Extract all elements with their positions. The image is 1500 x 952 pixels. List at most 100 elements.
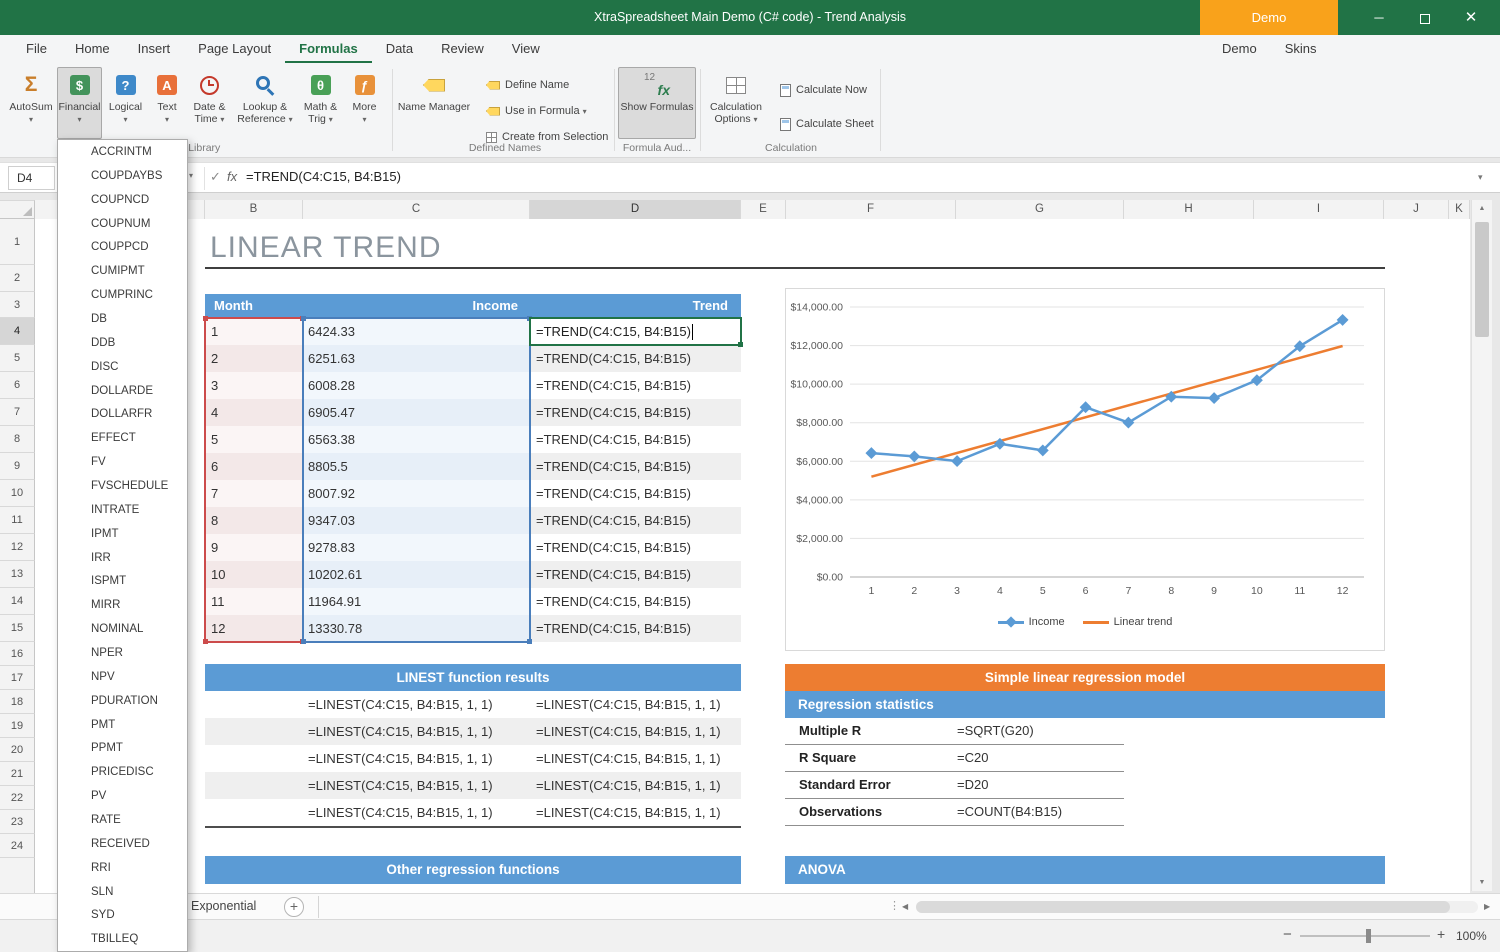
cell-linest[interactable]: =LINEST(C4:C15, B4:B15, 1, 1) — [303, 772, 530, 799]
cell-trend-9[interactable]: =TREND(C4:C15, B4:B15) — [530, 534, 741, 561]
header-income[interactable]: Income — [303, 294, 530, 318]
row-header-7[interactable]: 7 — [0, 399, 35, 426]
math-trig-button[interactable]: θMath &Trig ▾ — [298, 67, 343, 139]
calculation-options-button[interactable]: Calculation Options ▾ — [704, 67, 768, 139]
menu-item-dollarfr[interactable]: DOLLARFR — [58, 402, 187, 426]
menu-item-pmt[interactable]: PMT — [58, 713, 187, 737]
cell-month-8[interactable]: 8 — [205, 507, 303, 534]
cell-income-8[interactable]: 9347.03 — [303, 507, 530, 534]
horizontal-scrollbar[interactable] — [916, 901, 1478, 913]
row-header-5[interactable]: 5 — [0, 345, 35, 372]
demo-badge[interactable]: Demo — [1200, 0, 1338, 35]
menu-item-ispmt[interactable]: ISPMT — [58, 569, 187, 593]
regression-subheader[interactable]: Regression statistics — [785, 691, 1385, 718]
name-box-dropdown-icon[interactable]: ▾ — [189, 171, 193, 180]
menu-item-couppcd[interactable]: COUPPCD — [58, 235, 187, 259]
cell-month-6[interactable]: 6 — [205, 453, 303, 480]
row-header-2[interactable]: 2 — [0, 265, 35, 292]
stat-value[interactable]: =C20 — [957, 745, 988, 771]
lookup-reference-button[interactable]: Lookup &Reference ▾ — [233, 67, 297, 139]
cell-month-12[interactable]: 12 — [205, 615, 303, 642]
maximize-button[interactable] — [1402, 0, 1448, 35]
row-header-15[interactable]: 15 — [0, 615, 35, 642]
cell-trend-7[interactable]: =TREND(C4:C15, B4:B15) — [530, 480, 741, 507]
formula-bar-expand-icon[interactable]: ▾ — [1478, 172, 1483, 183]
menu-item-db[interactable]: DB — [58, 307, 187, 331]
menu-item-ipmt[interactable]: IPMT — [58, 522, 187, 546]
cell-trend-5[interactable]: =TREND(C4:C15, B4:B15) — [530, 426, 741, 453]
stat-label[interactable]: R Square — [785, 745, 957, 771]
menu-item-pduration[interactable]: PDURATION — [58, 689, 187, 713]
menu-item-coupdaybs[interactable]: COUPDAYBS — [58, 164, 187, 188]
cell-month-4[interactable]: 4 — [205, 399, 303, 426]
cell-trend-2[interactable]: =TREND(C4:C15, B4:B15) — [530, 345, 741, 372]
use-in-formula-button[interactable]: Use in Formula▾ — [480, 100, 593, 122]
column-header-d[interactable]: D — [530, 200, 741, 219]
cell-linest[interactable]: =LINEST(C4:C15, B4:B15, 1, 1) — [530, 799, 741, 826]
menu-item-cumipmt[interactable]: CUMIPMT — [58, 259, 187, 283]
row-header-3[interactable]: 3 — [0, 292, 35, 318]
tab-file[interactable]: File — [12, 35, 61, 63]
logical-button[interactable]: ?Logical▾ — [104, 67, 147, 139]
more-button[interactable]: ƒMore▾ — [344, 67, 385, 139]
row-header-9[interactable]: 9 — [0, 453, 35, 480]
name-manager-button[interactable]: Name Manager — [396, 67, 472, 139]
cell-income-5[interactable]: 6563.38 — [303, 426, 530, 453]
cell-income-6[interactable]: 8805.5 — [303, 453, 530, 480]
cell-month-11[interactable]: 11 — [205, 588, 303, 615]
cell-month-2[interactable]: 2 — [205, 345, 303, 372]
row-header-8[interactable]: 8 — [0, 426, 35, 453]
column-header-e[interactable]: E — [741, 200, 786, 219]
scroll-left-icon[interactable]: ◀ — [902, 902, 908, 911]
menu-item-mirr[interactable]: MIRR — [58, 593, 187, 617]
linest-header[interactable]: LINEST function results — [205, 664, 741, 691]
cell-trend-4[interactable]: =TREND(C4:C15, B4:B15) — [530, 399, 741, 426]
menu-item-received[interactable]: RECEIVED — [58, 832, 187, 856]
column-header-g[interactable]: G — [956, 200, 1124, 219]
cell-income-9[interactable]: 9278.83 — [303, 534, 530, 561]
text-button[interactable]: AText▾ — [148, 67, 186, 139]
column-header-k[interactable]: K — [1449, 200, 1470, 219]
zoom-out-button[interactable]: − — [1283, 926, 1292, 943]
tab-skins[interactable]: Skins — [1271, 35, 1331, 63]
menu-item-pricedisc[interactable]: PRICEDISC — [58, 760, 187, 784]
cell-linest[interactable]: =LINEST(C4:C15, B4:B15, 1, 1) — [303, 799, 530, 826]
menu-item-syd[interactable]: SYD — [58, 904, 187, 928]
cell-income-7[interactable]: 8007.92 — [303, 480, 530, 507]
menu-item-rri[interactable]: RRI — [58, 856, 187, 880]
column-header-f[interactable]: F — [786, 200, 956, 219]
cell-month-1[interactable]: 1 — [205, 318, 303, 345]
income-trend-chart[interactable]: $0.00$2,000.00$4,000.00$6,000.00$8,000.0… — [785, 288, 1385, 651]
scrollbar-grip-icon[interactable]: ⋮ — [889, 899, 900, 912]
menu-item-ppmt[interactable]: PPMT — [58, 736, 187, 760]
regression-header[interactable]: Simple linear regression model — [785, 664, 1385, 691]
row-header-21[interactable]: 21 — [0, 762, 35, 786]
menu-item-pv[interactable]: PV — [58, 784, 187, 808]
show-formulas-button[interactable]: 12fx Show Formulas — [618, 67, 696, 139]
column-header-b[interactable]: B — [205, 200, 303, 219]
other-regression-header[interactable]: Other regression functions — [205, 856, 741, 884]
tab-data[interactable]: Data — [372, 35, 427, 63]
scroll-up-icon[interactable]: ▲ — [1472, 200, 1492, 217]
row-header-12[interactable]: 12 — [0, 534, 35, 561]
cell-empty[interactable] — [205, 799, 303, 826]
cell-income-3[interactable]: 6008.28 — [303, 372, 530, 399]
cell-income-2[interactable]: 6251.63 — [303, 345, 530, 372]
cell-empty[interactable] — [205, 772, 303, 799]
cell-empty[interactable] — [205, 745, 303, 772]
row-header-19[interactable]: 19 — [0, 714, 35, 738]
menu-item-intrate[interactable]: INTRATE — [58, 498, 187, 522]
cell-income-12[interactable]: 13330.78 — [303, 615, 530, 642]
cell-linest[interactable]: =LINEST(C4:C15, B4:B15, 1, 1) — [530, 691, 741, 718]
cell-month-3[interactable]: 3 — [205, 372, 303, 399]
cell-income-1[interactable]: 6424.33 — [303, 318, 530, 345]
cell-name-box[interactable]: D4 — [8, 166, 55, 190]
zoom-in-button[interactable]: + — [1437, 926, 1445, 942]
cell-month-7[interactable]: 7 — [205, 480, 303, 507]
stat-value[interactable]: =D20 — [957, 772, 988, 798]
menu-item-cumprinc[interactable]: CUMPRINC — [58, 283, 187, 307]
row-header-22[interactable]: 22 — [0, 786, 35, 810]
menu-item-fv[interactable]: FV — [58, 450, 187, 474]
cell-empty[interactable] — [205, 718, 303, 745]
cell-income-4[interactable]: 6905.47 — [303, 399, 530, 426]
